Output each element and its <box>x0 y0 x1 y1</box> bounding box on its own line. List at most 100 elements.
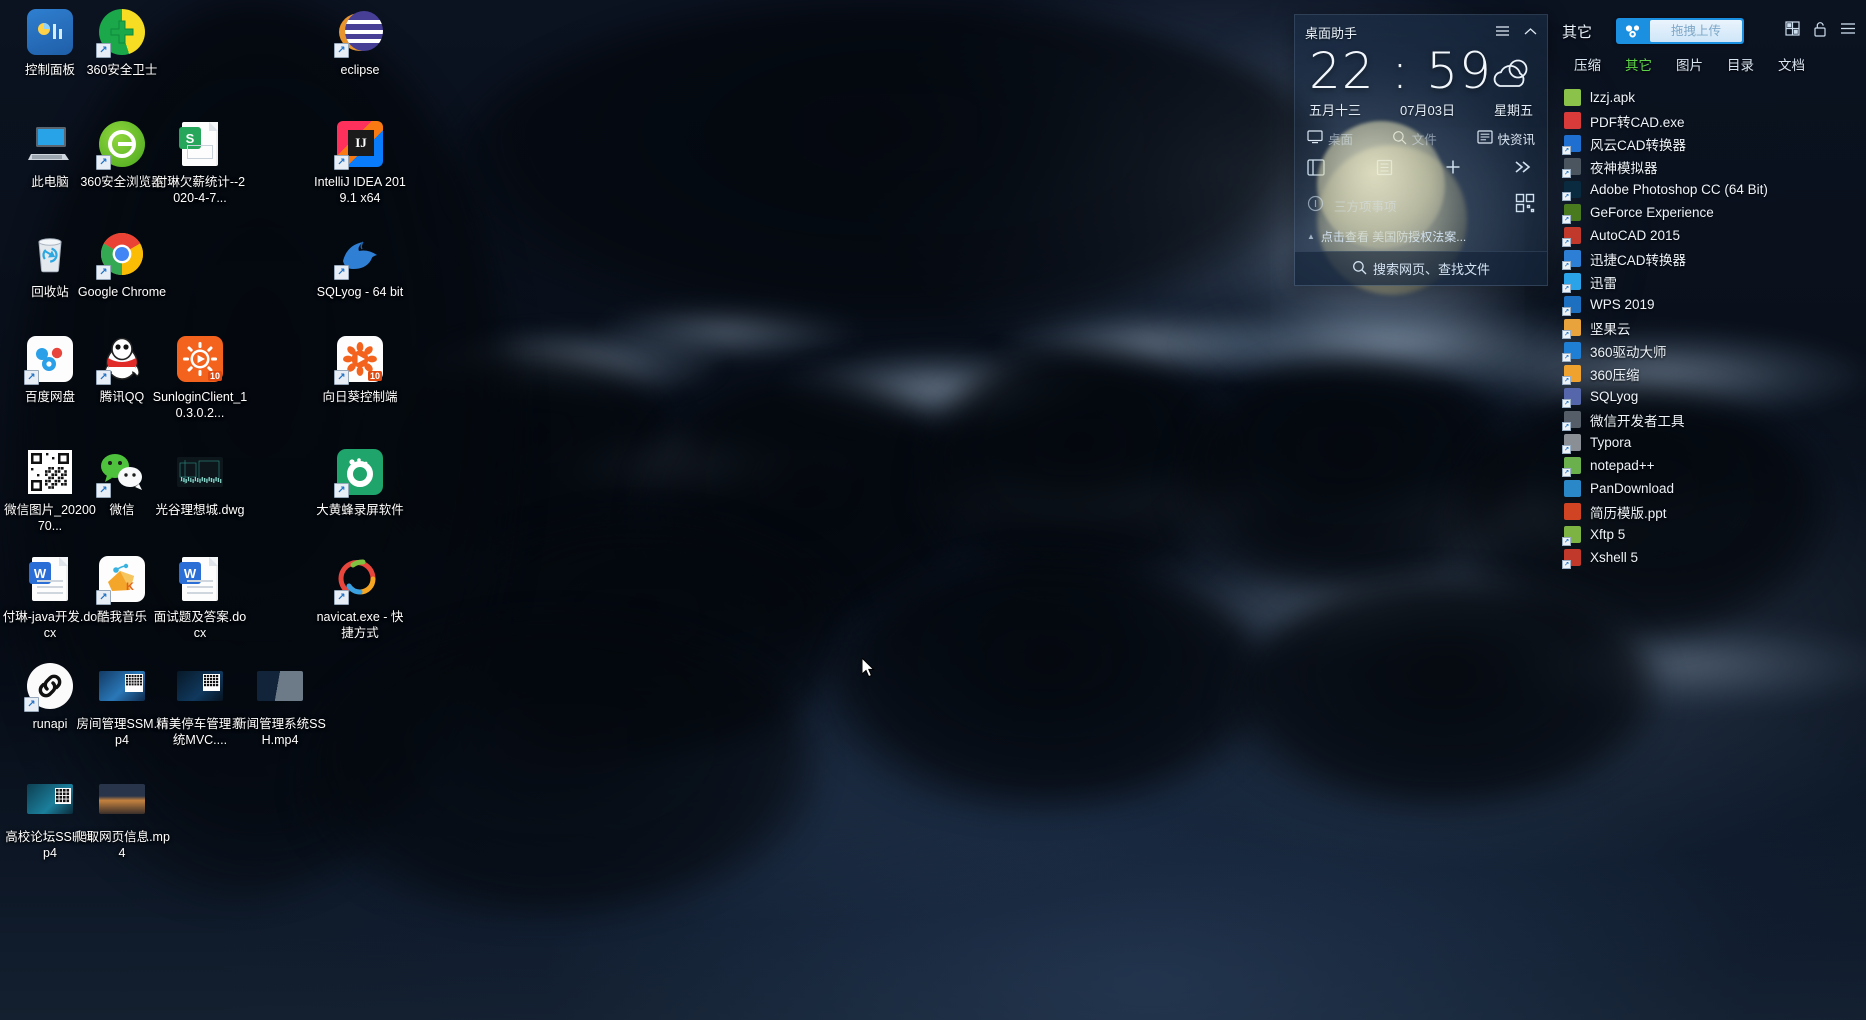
quick-desktop-label: 桌面 <box>1328 133 1354 147</box>
assistant-settings-row: 三方项事项 <box>1295 181 1547 218</box>
xftp-icon: ↗ <box>1562 526 1581 546</box>
wps-sheet-icon: S <box>176 120 224 168</box>
notes-icon[interactable] <box>1376 159 1393 181</box>
shortcut-overlay-icon <box>96 265 111 280</box>
this-pc-icon <box>26 120 74 168</box>
desktop-assistant-widget[interactable]: 桌面助手 22 : 59 五月十三 07月03日 星期五 桌面 文件 快资讯 三… <box>1294 14 1548 286</box>
notepadpp-icon: ↗ <box>1562 457 1581 477</box>
desktop-icon[interactable]: S 付琳欠薪统计--2020-4-7... <box>150 120 250 206</box>
360-driver-icon: ↗ <box>1562 342 1581 362</box>
desktop-icon-label: navicat.exe - 快捷方式 <box>316 610 404 640</box>
upload-button[interactable]: 拖拽上传 <box>1616 18 1745 44</box>
file-list-item[interactable]: ↗ AutoCAD 2015 <box>1548 224 1866 247</box>
file-list-item[interactable]: ↗ 微信开发者工具 <box>1548 408 1866 431</box>
file-list-item[interactable]: lzzj.apk <box>1548 86 1866 109</box>
desktop-icon[interactable]: 光谷理想城.dwg <box>150 448 250 518</box>
file-list-item[interactable]: ↗ Xshell 5 <box>1548 546 1866 569</box>
file-list-item[interactable]: PanDownload <box>1548 477 1866 500</box>
settings-row-label: 三方项事项 <box>1334 200 1397 214</box>
assistant-quick-row: 桌面 文件 快资讯 <box>1295 119 1547 148</box>
file-list-item[interactable]: ↗ SQLyog <box>1548 385 1866 408</box>
file-list-item[interactable]: ↗ 360驱动大师 <box>1548 339 1866 362</box>
panel-tab-0[interactable]: 压缩 <box>1562 50 1613 80</box>
file-name: 夜神模拟器 <box>1590 160 1658 176</box>
panel-title: 其它 <box>1562 23 1593 41</box>
file-list-item[interactable]: ↗ Typora <box>1548 431 1866 454</box>
geforce-icon: ↗ <box>1562 204 1581 224</box>
qq-icon <box>96 335 146 385</box>
desktop-icon[interactable]: 10 向日葵控制端 <box>310 335 410 405</box>
file-list-item[interactable]: ↗ 风云CAD转换器 <box>1548 132 1866 155</box>
desktop-icon[interactable]: 新闻管理系统SSH.mp4 <box>230 662 330 748</box>
file-name: lzzj.apk <box>1590 90 1636 105</box>
cloudy-icon <box>1493 58 1533 97</box>
file-list-item[interactable]: 简历模版.ppt <box>1548 500 1866 523</box>
quick-news-button[interactable]: 快资讯 <box>1476 129 1536 148</box>
hamburger-icon[interactable] <box>1840 22 1856 40</box>
file-list-item[interactable]: ↗ 坚果云 <box>1548 316 1866 339</box>
file-list-item[interactable]: ↗ 迅雷 <box>1548 270 1866 293</box>
chevron-up-icon[interactable] <box>1524 25 1537 40</box>
qr-icon[interactable] <box>1515 193 1535 218</box>
desktop-icon[interactable]: 10 SunloginClient_10.3.0.2... <box>150 335 250 421</box>
video-sunset-icon <box>98 775 146 823</box>
clock-time: 22 : 59 <box>1309 42 1492 100</box>
desktop-icon[interactable]: 360安全卫士 <box>72 8 172 78</box>
360-zip-icon: ↗ <box>1562 365 1581 385</box>
file-list-item[interactable]: ↗ 360压缩 <box>1548 362 1866 385</box>
shortcut-overlay-icon: ↗ <box>1562 468 1571 477</box>
file-list-item[interactable]: ↗ GeForce Experience <box>1548 201 1866 224</box>
panel-tab-4[interactable]: 文档 <box>1766 50 1817 80</box>
desktop-icon[interactable]: SQLyog - 64 bit <box>310 230 410 300</box>
desktop-icon[interactable]: 爬取网页信息.mp4 <box>72 775 172 861</box>
panel-tab-1[interactable]: 其它 <box>1613 50 1664 80</box>
file-name: SQLyog <box>1590 389 1639 404</box>
nutstore-icon: ↗ <box>1562 319 1581 339</box>
desktop-icon[interactable]: navicat.exe - 快捷方式 <box>310 555 410 641</box>
shortcut-overlay-icon <box>96 370 111 385</box>
360-safe-icon <box>96 8 146 58</box>
desktop-icon[interactable]: eclipse <box>310 8 410 78</box>
typora-icon: ↗ <box>1562 434 1581 454</box>
info-icon[interactable] <box>1307 195 1324 217</box>
add-icon[interactable] <box>1444 158 1462 181</box>
triangle-icon: ▲ <box>1307 232 1315 241</box>
assistant-news-ticker[interactable]: ▲ 点击查看 美国防授权法案... <box>1295 218 1547 245</box>
window-icon[interactable] <box>1307 158 1325 181</box>
autocad-icon: ↗ <box>1562 227 1581 247</box>
hamburger-icon[interactable] <box>1495 25 1510 40</box>
quick-news-label: 快资讯 <box>1497 133 1536 147</box>
more-icon[interactable] <box>1513 159 1533 180</box>
video-blue-icon <box>98 662 146 710</box>
search-icon <box>1392 130 1407 148</box>
file-list-item[interactable]: ↗ Adobe Photoshop CC (64 Bit) <box>1548 178 1866 201</box>
cloud-mass <box>440 0 1340 330</box>
word-icon: W <box>26 555 74 603</box>
assistant-search-bar[interactable]: 搜索网页、查找文件 <box>1295 251 1547 285</box>
desktop-icon[interactable]: IJ IntelliJ IDEA 2019.1 x64 <box>310 120 410 206</box>
sunflower-icon: 10 <box>334 335 384 385</box>
news-icon <box>1476 130 1493 147</box>
file-list-item[interactable]: ↗ WPS 2019 <box>1548 293 1866 316</box>
desktop-icon[interactable]: W 面试题及答案.docx <box>150 555 250 641</box>
desktop-icon[interactable]: Google Chrome <box>72 230 172 300</box>
baidu-pan-icon <box>24 335 74 385</box>
powerpoint-icon <box>1564 503 1581 520</box>
intellij-icon: IJ <box>334 120 384 170</box>
file-name: notepad++ <box>1590 458 1655 473</box>
quick-file-button[interactable]: 文件 <box>1392 129 1471 148</box>
quick-desktop-button[interactable]: 桌面 <box>1307 129 1386 148</box>
file-list-item[interactable]: ↗ 迅捷CAD转换器 <box>1548 247 1866 270</box>
lock-icon[interactable] <box>1813 21 1827 42</box>
search-placeholder: 搜索网页、查找文件 <box>1372 262 1490 277</box>
file-list-item[interactable]: ↗ 夜神模拟器 <box>1548 155 1866 178</box>
desktop-icon[interactable]: 大黄蜂录屏软件 <box>310 448 410 518</box>
shortcut-overlay-icon: ↗ <box>1562 560 1571 569</box>
panel-tab-3[interactable]: 目录 <box>1715 50 1766 80</box>
grid-icon[interactable] <box>1785 21 1800 41</box>
file-list-item[interactable]: PDF转CAD.exe <box>1548 109 1866 132</box>
panel-tab-2[interactable]: 图片 <box>1664 50 1715 80</box>
file-list-item[interactable]: ↗ Xftp 5 <box>1548 523 1866 546</box>
file-list-item[interactable]: ↗ notepad++ <box>1548 454 1866 477</box>
assistant-dates: 五月十三 07月03日 星期五 <box>1295 98 1547 119</box>
